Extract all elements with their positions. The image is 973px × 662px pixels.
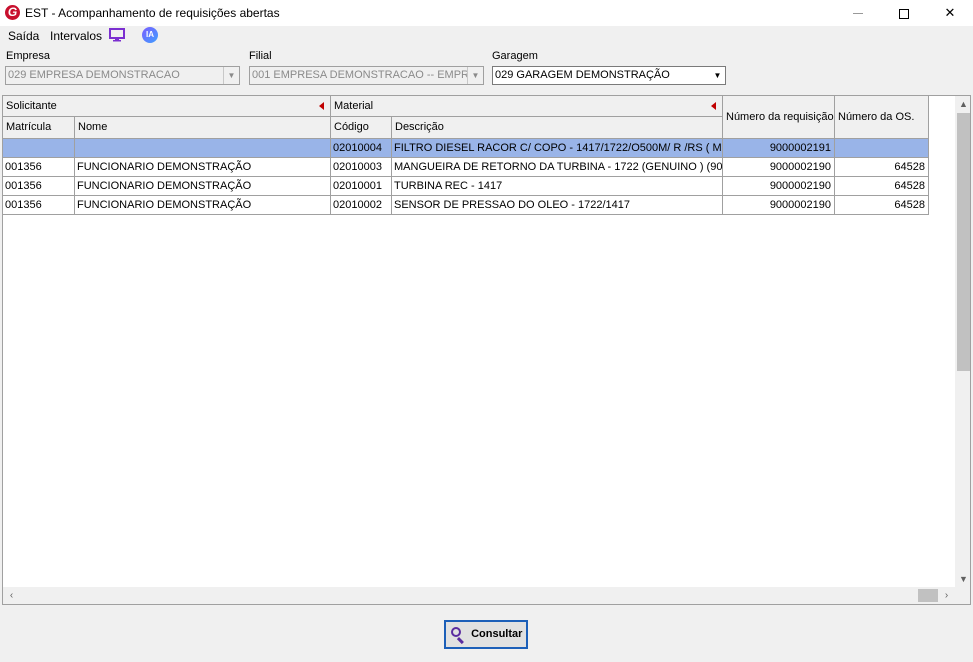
cell-nome: FUNCIONARIO DEMONSTRAÇÃO [75,196,331,215]
consultar-button[interactable]: Consultar [444,620,528,649]
cell-numero-os [835,139,929,158]
collapse-arrow-icon[interactable] [711,102,716,110]
cell-descricao: MANGUEIRA DE RETORNO DA TURBINA - 1722 (… [392,158,723,177]
empresa-select[interactable]: 029 EMPRESA DEMONSTRACAO ▼ [5,66,240,85]
garagem-select[interactable]: 029 GARAGEM DEMONSTRAÇÃO ▼ [492,66,726,85]
cell-numero-os: 64528 [835,196,929,215]
menu-intervalos[interactable]: Intervalos [50,29,102,43]
monitor-icon[interactable] [109,28,125,42]
table-row[interactable]: 02010004 FILTRO DIESEL RACOR C/ COPO - 1… [3,139,929,158]
scroll-left-icon[interactable]: ‹ [3,587,20,604]
cell-descricao: TURBINA REC - 1417 [392,177,723,196]
minimize-icon [853,13,863,15]
search-icon [450,626,466,645]
cell-descricao: SENSOR DE PRESSAO DO OLEO - 1722/1417 [392,196,723,215]
minimize-button[interactable] [835,0,881,26]
table-row[interactable]: 001356 FUNCIONARIO DEMONSTRAÇÃO 02010001… [3,177,929,196]
cell-codigo: 02010001 [331,177,392,196]
garagem-label: Garagem [492,50,538,62]
scrollbar-corner [955,587,970,604]
cell-numero-requisicao: 9000002191 [723,139,835,158]
cell-codigo: 02010003 [331,158,392,177]
filial-value: 001 EMPRESA DEMONSTRACAO -- EMPRESA [252,69,484,81]
ia-assistant-icon[interactable]: IA [142,27,158,43]
empresa-value: 029 EMPRESA DEMONSTRACAO [8,69,180,81]
cell-matricula: 001356 [3,158,75,177]
horizontal-scrollbar[interactable]: ‹ › [3,587,955,604]
menu-bar: Saída Intervalos IA [0,26,973,46]
cell-numero-os: 64528 [835,158,929,177]
menu-saida[interactable]: Saída [8,29,39,43]
cell-numero-requisicao: 9000002190 [723,196,835,215]
collapse-arrow-icon[interactable] [319,102,324,110]
cell-numero-os: 64528 [835,177,929,196]
group-header-material[interactable]: Material [331,96,723,117]
empresa-label: Empresa [6,50,51,62]
window-title: EST - Acompanhamento de requisições aber… [25,6,280,20]
table-row[interactable]: 001356 FUNCIONARIO DEMONSTRAÇÃO 02010002… [3,196,929,215]
consultar-label: Consultar [471,628,523,640]
scroll-right-icon[interactable]: › [938,587,955,604]
group-header-solicitante-label: Solicitante [6,100,57,112]
vertical-scrollbar[interactable]: ▲ ▼ [955,96,970,588]
cell-nome: FUNCIONARIO DEMONSTRAÇÃO [75,158,331,177]
app-logo-icon: G [5,5,20,20]
cell-numero-requisicao: 9000002190 [723,158,835,177]
cell-nome [75,139,331,158]
group-header-material-label: Material [334,100,374,112]
maximize-button[interactable] [881,0,927,26]
cell-descricao: FILTRO DIESEL RACOR C/ COPO - 1417/1722/… [392,139,723,158]
cell-nome: FUNCIONARIO DEMONSTRAÇÃO [75,177,331,196]
column-header-descricao[interactable]: Descrição [392,117,723,139]
requisitions-grid: Solicitante Material Número da requisiçã… [2,95,971,605]
garagem-value: 029 GARAGEM DEMONSTRAÇÃO [495,69,670,81]
cell-matricula: 001356 [3,177,75,196]
column-header-matricula[interactable]: Matrícula [3,117,75,139]
cell-matricula [3,139,75,158]
title-bar: G EST - Acompanhamento de requisições ab… [0,0,973,26]
table-row[interactable]: 001356 FUNCIONARIO DEMONSTRAÇÃO 02010003… [3,158,929,177]
horizontal-scroll-thumb[interactable] [918,589,938,602]
close-button[interactable]: ✕ [927,0,973,26]
chevron-down-icon[interactable]: ▼ [709,67,725,84]
chevron-down-icon[interactable]: ▼ [467,67,483,84]
scroll-down-icon[interactable]: ▼ [955,571,970,588]
group-header-solicitante[interactable]: Solicitante [3,96,331,117]
column-header-numero-requisicao[interactable]: Número da requisição [723,96,835,139]
vertical-scroll-thumb[interactable] [957,113,970,371]
cell-codigo: 02010002 [331,196,392,215]
column-header-nome[interactable]: Nome [75,117,331,139]
filial-select[interactable]: 001 EMPRESA DEMONSTRACAO -- EMPRESA ▼ [249,66,484,85]
column-header-numero-os[interactable]: Número da OS. [835,96,929,139]
scroll-up-icon[interactable]: ▲ [955,96,970,113]
column-header-codigo[interactable]: Código [331,117,392,139]
cell-numero-requisicao: 9000002190 [723,177,835,196]
chevron-down-icon[interactable]: ▼ [223,67,239,84]
maximize-icon [899,8,909,19]
cell-codigo: 02010004 [331,139,392,158]
filial-label: Filial [249,50,272,62]
cell-matricula: 001356 [3,196,75,215]
close-icon: ✕ [944,5,956,20]
